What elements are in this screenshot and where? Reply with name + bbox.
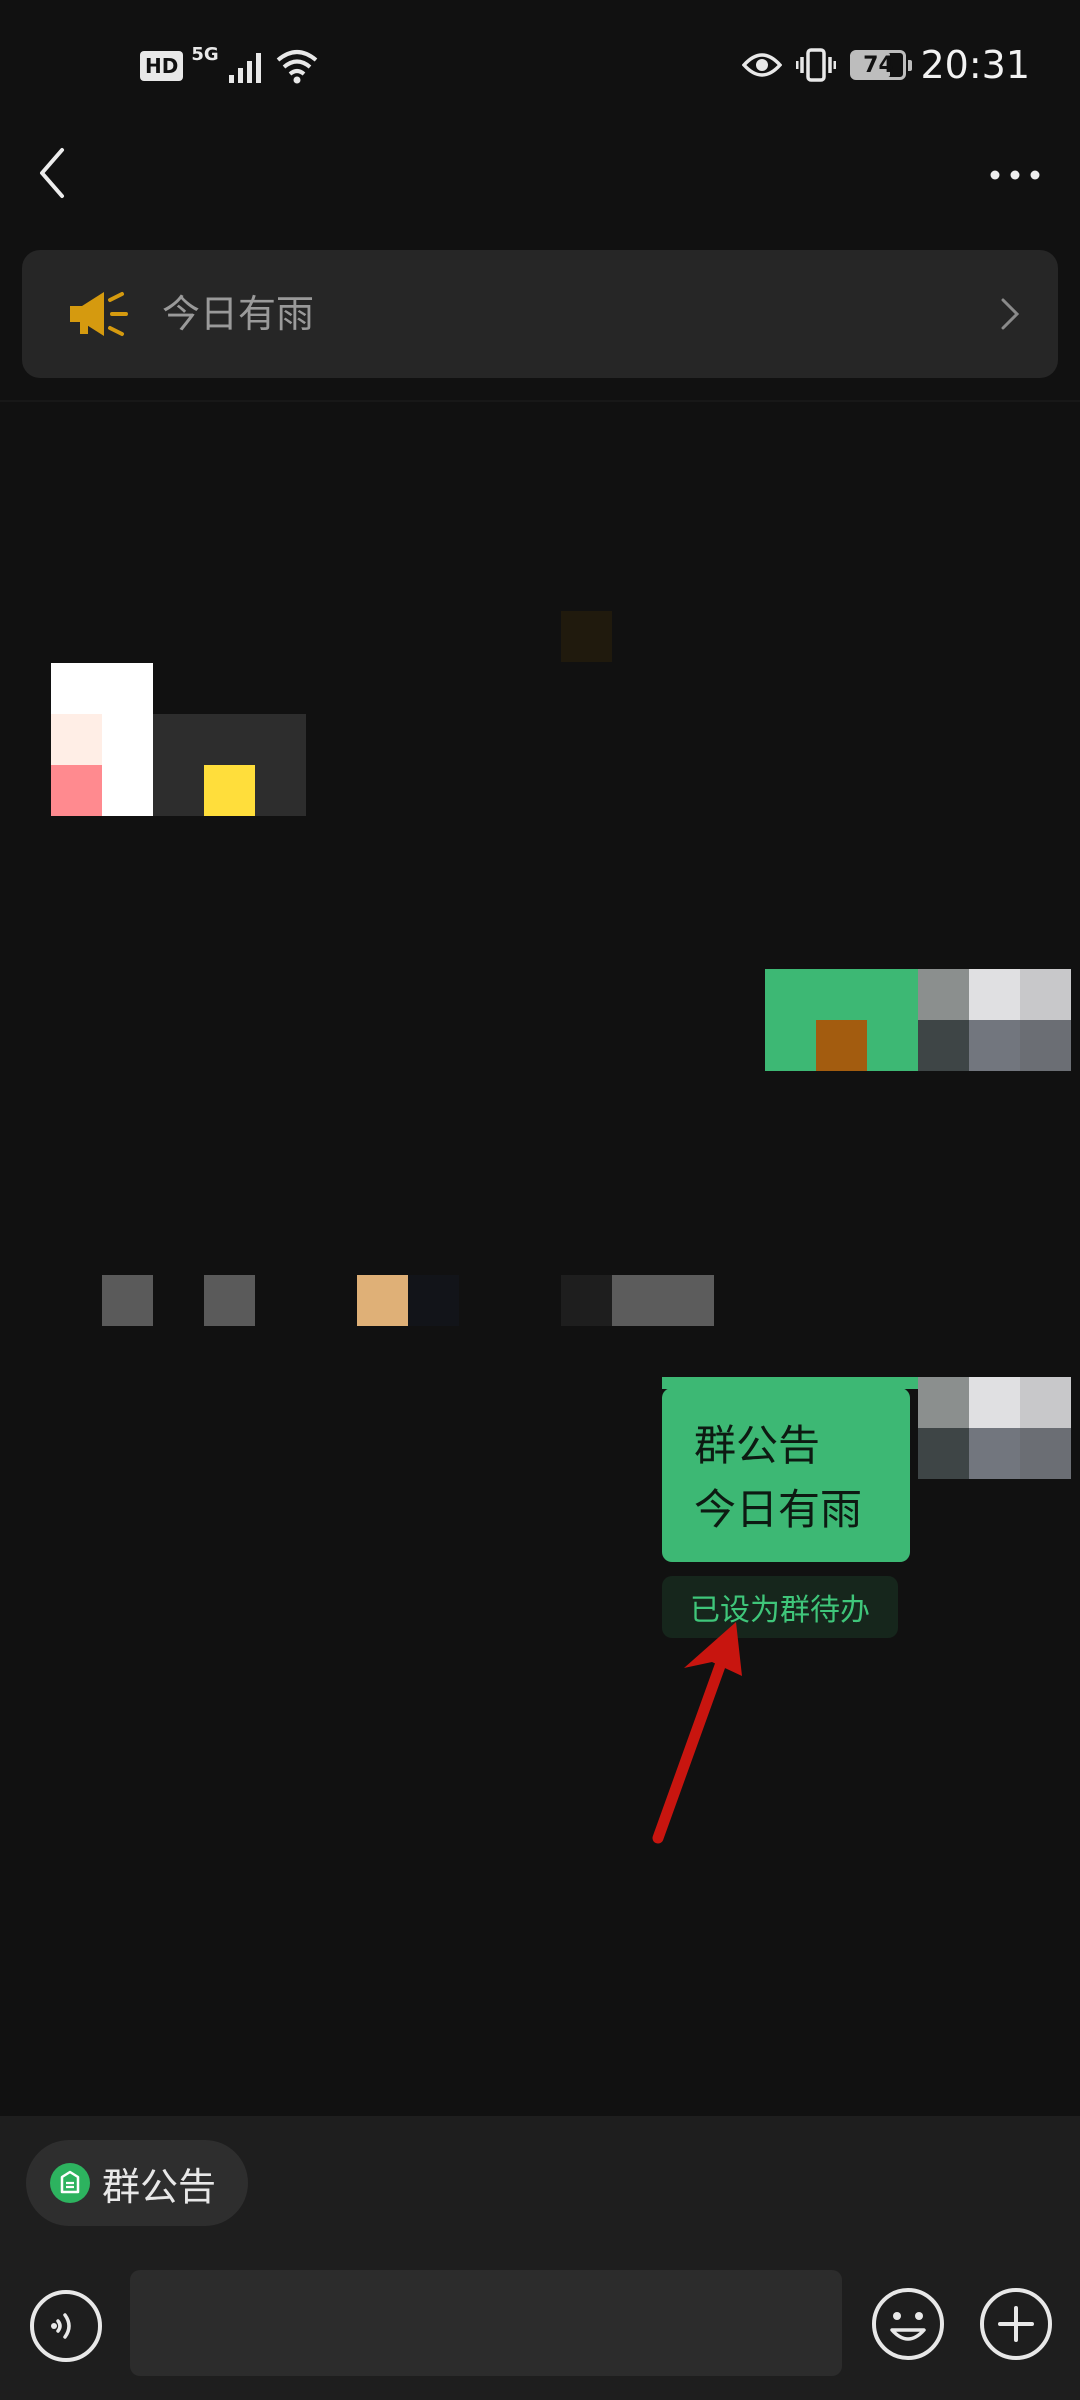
hd-badge: HD [140,51,184,81]
mosaic-block [1020,1377,1071,1428]
status-right: 74 20:31 [742,40,1030,90]
mosaic-block [51,765,102,816]
group-notice-bar[interactable]: 今日有雨 [22,250,1058,378]
back-button[interactable] [30,140,90,206]
mosaic-block [1020,969,1071,1020]
status-left: HD 5G [140,44,319,88]
voice-button[interactable] [28,2288,104,2364]
divider [0,400,1080,402]
mosaic-block [918,1020,969,1071]
vibrate-icon [796,48,837,82]
mosaic-block [918,1428,969,1479]
mosaic-block [969,969,1020,1020]
emoji-icon [872,2288,944,2360]
battery-level: 74 [863,52,894,78]
bubble-title: 群公告 [694,1421,821,1470]
mosaic-block [969,1377,1020,1428]
notice-text: 今日有雨 [162,292,315,336]
mosaic-block [612,1275,714,1326]
network-type: 5G [191,43,219,65]
back-chevron-icon [40,148,64,198]
plus-icon [980,2288,1052,2360]
wifi-icon [276,50,317,84]
mosaic-block [102,765,153,816]
mosaic-block [102,714,153,765]
mosaic-block [918,969,969,1020]
mosaic-block [102,663,153,714]
mosaic-block [561,611,612,662]
status-bar: HD 5G 74 20:31 [0,0,1080,130]
group-notice-shortcut[interactable]: 群公告 [26,2140,248,2226]
battery-icon: 74 [850,50,913,80]
clock: 20:31 [920,43,1030,87]
mosaic-block [357,1275,408,1326]
annotation-arrow-icon [652,1622,742,1844]
mosaic-block [51,663,102,714]
mosaic-block [918,1377,969,1428]
mosaic-block [969,1428,1020,1479]
mosaic-block [969,1020,1020,1071]
mosaic-block [1020,1020,1071,1071]
more-button[interactable] [980,150,1050,200]
chevron-right-icon [1001,298,1020,330]
shortcut-label: 群公告 [102,2164,217,2209]
voice-icon [30,2290,102,2362]
announcement-message-bubble[interactable]: 群公告 今日有雨 [662,1388,910,1562]
mosaic-block [816,1020,867,1071]
mosaic-block [204,765,255,816]
mosaic-block [1020,1428,1071,1479]
plus-button[interactable] [978,2286,1054,2362]
mosaic-block [204,1275,255,1326]
mosaic-block [408,1275,459,1326]
more-dots-icon [990,170,1040,180]
megaphone-icon [70,292,128,336]
mosaic-block [561,1275,612,1326]
signal-icon [228,53,261,83]
announcement-icon [50,2163,90,2203]
message-input[interactable] [130,2270,842,2376]
eye-icon [742,53,783,77]
mosaic-block [51,714,102,765]
bubble-body: 今日有雨 [694,1485,863,1534]
emoji-button[interactable] [870,2286,946,2362]
mosaic-block [102,1275,153,1326]
